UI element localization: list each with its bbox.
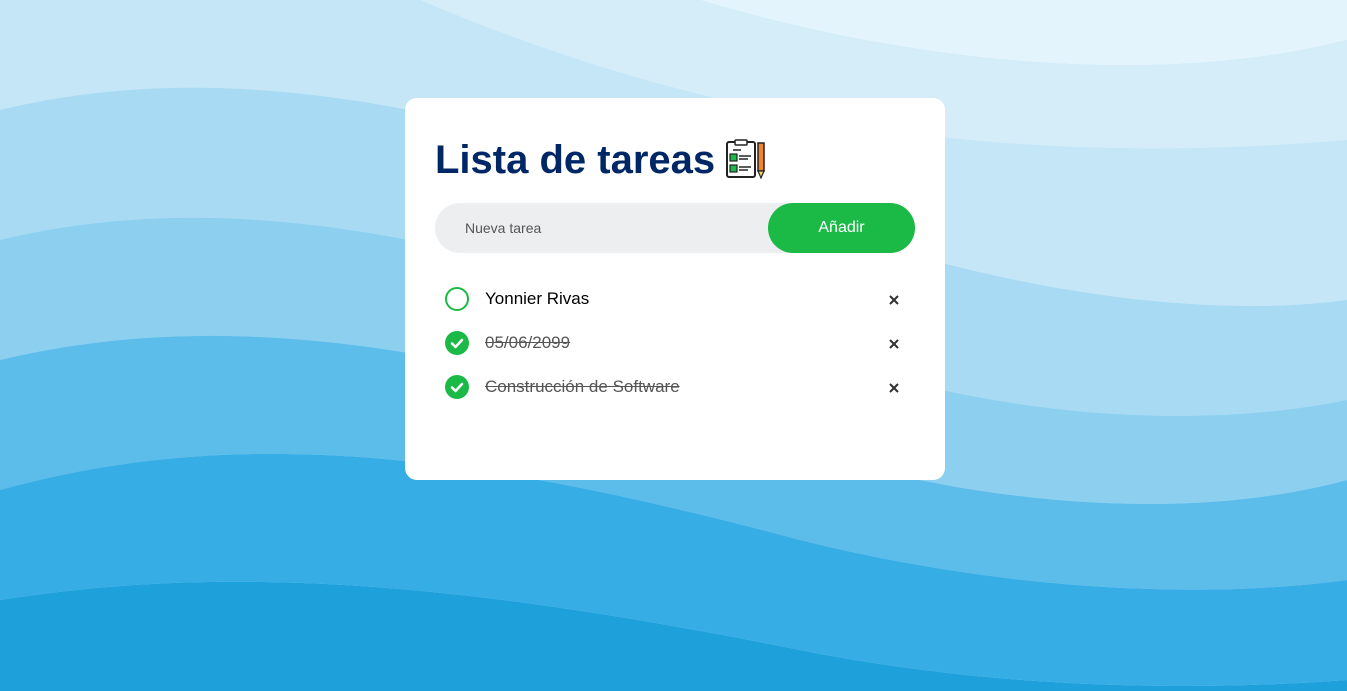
circle-icon[interactable]: [445, 287, 469, 311]
todo-card: Lista de tareas Añadir Yonnier Rivas: [405, 98, 945, 480]
check-circle-icon[interactable]: [445, 375, 469, 399]
task-item[interactable]: Construcción de Software: [435, 366, 915, 410]
page-title: Lista de tareas: [435, 138, 716, 182]
add-task-button[interactable]: Añadir: [768, 203, 915, 253]
task-text: Construcción de Software: [485, 377, 680, 396]
task-list: Yonnier Rivas 05/06/2099 Construcción de…: [435, 278, 915, 410]
close-icon[interactable]: [884, 290, 904, 310]
add-task-bar: Añadir: [435, 203, 915, 253]
task-text: Yonnier Rivas: [485, 289, 590, 308]
new-task-input[interactable]: [435, 203, 768, 253]
task-item[interactable]: Yonnier Rivas: [435, 278, 915, 322]
close-icon[interactable]: [884, 334, 904, 354]
check-circle-icon[interactable]: [445, 331, 469, 355]
close-icon[interactable]: [884, 378, 904, 398]
checklist-notepad-icon: [725, 139, 767, 181]
task-item[interactable]: 05/06/2099: [435, 322, 915, 366]
title-row: Lista de tareas: [435, 136, 767, 184]
task-text: 05/06/2099: [485, 333, 571, 352]
